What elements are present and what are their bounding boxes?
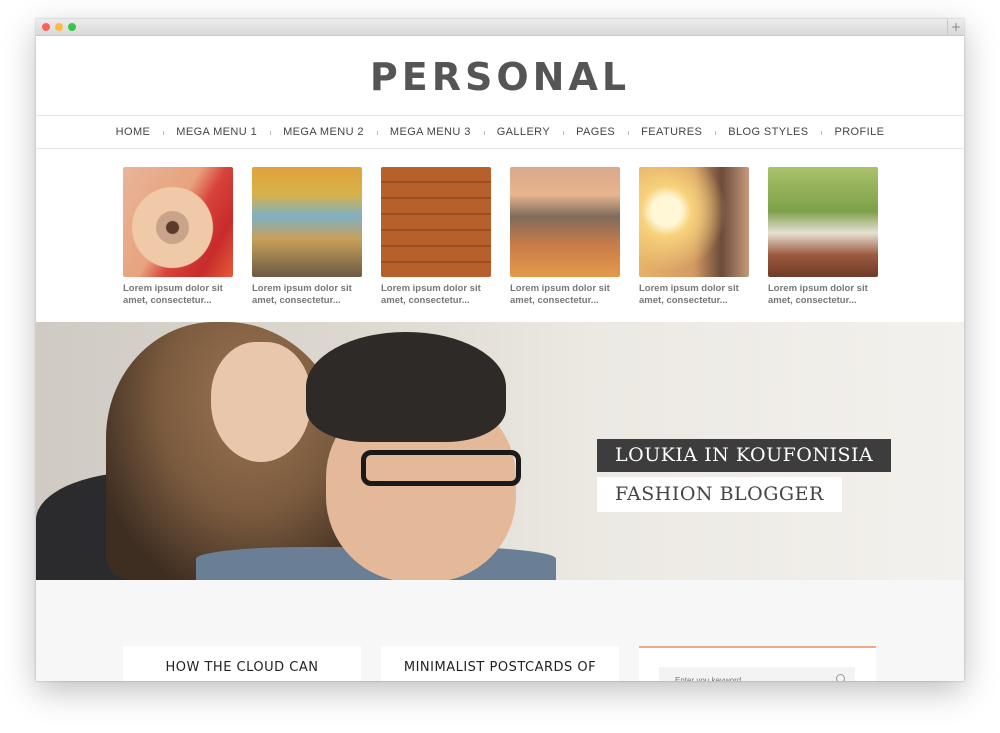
nav-item-features[interactable]: FEATURES: [628, 126, 715, 138]
eye-closeup-photo-icon[interactable]: [123, 167, 233, 277]
sidebar-search-widget: [639, 646, 876, 681]
hero-banner[interactable]: LOUKIA IN KOUFONISIA FASHION BLOGGER: [36, 322, 964, 580]
nav-item-mega-menu-1[interactable]: MEGA MENU 1: [163, 126, 270, 138]
couple-bench-photo-icon[interactable]: [768, 167, 878, 277]
post-card[interactable]: MINIMALIST POSTCARDS OF: [381, 646, 619, 681]
thumbnail-card[interactable]: Lorem ipsum dolor sit amet, consectetur.…: [510, 167, 620, 307]
guitar-on-wood-photo-icon[interactable]: [381, 167, 491, 277]
hero-photo-glasses: [361, 450, 521, 486]
post-card[interactable]: HOW THE CLOUD CAN: [123, 646, 361, 681]
post-title[interactable]: MINIMALIST POSTCARDS OF: [381, 660, 619, 675]
couple-sunset-photo-icon[interactable]: [639, 167, 749, 277]
coast-sunset-photo-icon[interactable]: [510, 167, 620, 277]
nav-item-mega-menu-2[interactable]: MEGA MENU 2: [270, 126, 377, 138]
thumbnail-card[interactable]: Lorem ipsum dolor sit amet, consectetur.…: [123, 167, 233, 307]
browser-window: + PERSONAL HOME MEGA MENU 1 MEGA MENU 2 …: [36, 19, 964, 681]
minimize-window-button[interactable]: [55, 23, 63, 31]
hero-photo-woman-face: [211, 342, 311, 462]
hero-title[interactable]: LOUKIA IN KOUFONISIA: [597, 439, 892, 472]
hero-subtitle: FASHION BLOGGER: [597, 477, 842, 512]
thumbnail-caption[interactable]: Lorem ipsum dolor sit amet, consectetur.…: [639, 283, 749, 307]
thumbnail-caption[interactable]: Lorem ipsum dolor sit amet, consectetur.…: [123, 283, 233, 307]
nav-item-mega-menu-3[interactable]: MEGA MENU 3: [376, 126, 484, 138]
hero-photo-man-hair: [306, 332, 506, 442]
post-title[interactable]: HOW THE CLOUD CAN: [123, 660, 361, 675]
zoom-window-button[interactable]: [68, 23, 76, 31]
nav-item-gallery[interactable]: GALLERY: [483, 126, 563, 138]
nav-item-pages[interactable]: PAGES: [563, 126, 628, 138]
nav-item-blog-styles[interactable]: BLOG STYLES: [715, 126, 821, 138]
search-input[interactable]: [659, 667, 855, 681]
thumbnail-card[interactable]: Lorem ipsum dolor sit amet, consectetur.…: [768, 167, 878, 307]
city-painting-photo-icon[interactable]: [252, 167, 362, 277]
nav-item-profile[interactable]: PROFILE: [821, 126, 897, 138]
content-area: HOW THE CLOUD CAN MINIMALIST POSTCARDS O…: [36, 580, 964, 681]
main-nav: HOME MEGA MENU 1 MEGA MENU 2 MEGA MENU 3…: [36, 115, 964, 149]
window-titlebar: +: [36, 19, 964, 36]
close-window-button[interactable]: [42, 23, 50, 31]
thumbnail-caption[interactable]: Lorem ipsum dolor sit amet, consectetur.…: [381, 283, 491, 307]
plus-icon[interactable]: +: [947, 19, 964, 35]
search-icon[interactable]: [836, 674, 845, 681]
thumbnail-caption[interactable]: Lorem ipsum dolor sit amet, consectetur.…: [768, 283, 878, 307]
nav-item-home[interactable]: HOME: [103, 126, 164, 138]
thumbnail-card[interactable]: Lorem ipsum dolor sit amet, consectetur.…: [252, 167, 362, 307]
site-logo[interactable]: PERSONAL: [36, 55, 964, 99]
thumbnail-card[interactable]: Lorem ipsum dolor sit amet, consectetur.…: [381, 167, 491, 307]
thumbnail-caption[interactable]: Lorem ipsum dolor sit amet, consectetur.…: [510, 283, 620, 307]
thumbnail-card[interactable]: Lorem ipsum dolor sit amet, consectetur.…: [639, 167, 749, 307]
thumbnail-caption[interactable]: Lorem ipsum dolor sit amet, consectetur.…: [252, 283, 362, 307]
featured-thumbnails: Lorem ipsum dolor sit amet, consectetur.…: [123, 167, 878, 309]
